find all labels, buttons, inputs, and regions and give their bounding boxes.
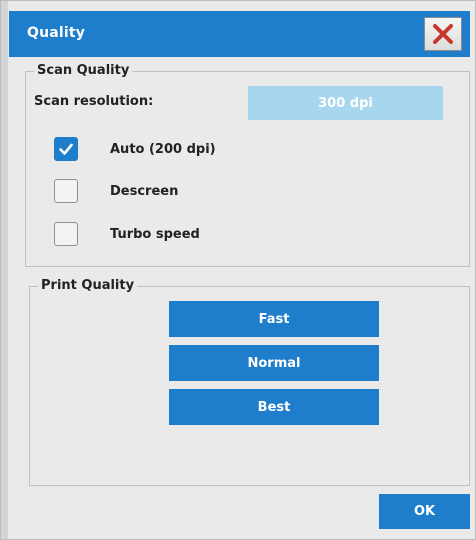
turbo-speed-label: Turbo speed <box>110 226 200 242</box>
turbo-speed-option[interactable]: Turbo speed <box>54 221 200 247</box>
descreen-label: Descreen <box>110 183 179 199</box>
normal-button[interactable]: Normal <box>169 345 379 381</box>
scan-quality-group: Scan Quality Scan resolution: 300 dpi Au… <box>25 63 470 267</box>
close-button[interactable] <box>424 17 462 51</box>
scan-resolution-label: Scan resolution: <box>34 94 154 109</box>
fast-button[interactable]: Fast <box>169 301 379 337</box>
scan-resolution-field[interactable]: 300 dpi <box>248 86 443 120</box>
best-button[interactable]: Best <box>169 389 379 425</box>
auto-label: Auto (200 dpi) <box>110 141 216 157</box>
descreen-checkbox[interactable] <box>54 179 78 203</box>
checkmark-icon <box>59 143 73 155</box>
turbo-speed-checkbox[interactable] <box>54 222 78 246</box>
auto-option[interactable]: Auto (200 dpi) <box>54 136 216 162</box>
quality-dialog: Quality Scan Quality Scan resolution: 30… <box>0 0 476 540</box>
title-bar: Quality <box>9 11 470 57</box>
close-x-icon <box>433 24 453 44</box>
print-quality-legend: Print Quality <box>38 278 138 293</box>
dialog-title: Quality <box>27 25 86 41</box>
scan-quality-legend: Scan Quality <box>34 63 133 78</box>
descreen-option[interactable]: Descreen <box>54 178 178 204</box>
auto-checkbox[interactable] <box>54 137 78 161</box>
left-edge-strip <box>1 1 8 539</box>
ok-button[interactable]: OK <box>379 494 470 529</box>
print-quality-group: Print Quality Fast Normal Best <box>29 278 470 486</box>
